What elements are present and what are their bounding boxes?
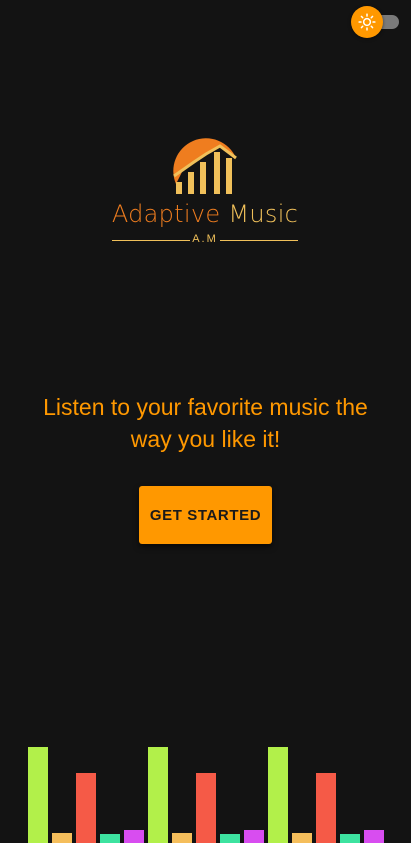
equalizer-bar [52,833,72,843]
logo-divider-right [220,240,298,241]
theme-toggle[interactable] [351,6,401,38]
equalizer-bar [76,773,96,843]
equalizer-bar [316,773,336,843]
logo-abbreviation: A.M [192,233,218,245]
equalizer-bar [244,830,264,843]
equalizer-bar [148,747,168,843]
equalizer-bar [292,833,312,843]
equalizer-bar [340,834,360,843]
logo-title-music: Music [228,200,299,228]
sun-icon [358,13,376,31]
equalizer-animation [0,743,411,843]
equalizer-bar [100,834,120,843]
equalizer-bar [28,747,48,843]
equalizer-bar [220,834,240,843]
equalizer-bar [196,773,216,843]
logo-title: Adaptive Music [100,200,310,228]
equalizer-bar [268,747,288,843]
app-logo: Adaptive Music A.M [100,128,310,248]
splash-screen: Adaptive Music A.M Listen to your favori… [0,0,411,843]
logo-title-adaptive: Adaptive [111,200,221,228]
logo-subtitle: A.M [112,232,298,248]
equalizer-bar [124,830,144,843]
toggle-thumb[interactable] [351,6,383,38]
equalizer-bar [364,830,384,843]
logo-graph-icon [173,138,237,194]
get-started-button[interactable]: GET STARTED [139,486,272,544]
equalizer-bar [172,833,192,843]
tagline: Listen to your favorite music the way yo… [43,394,368,452]
